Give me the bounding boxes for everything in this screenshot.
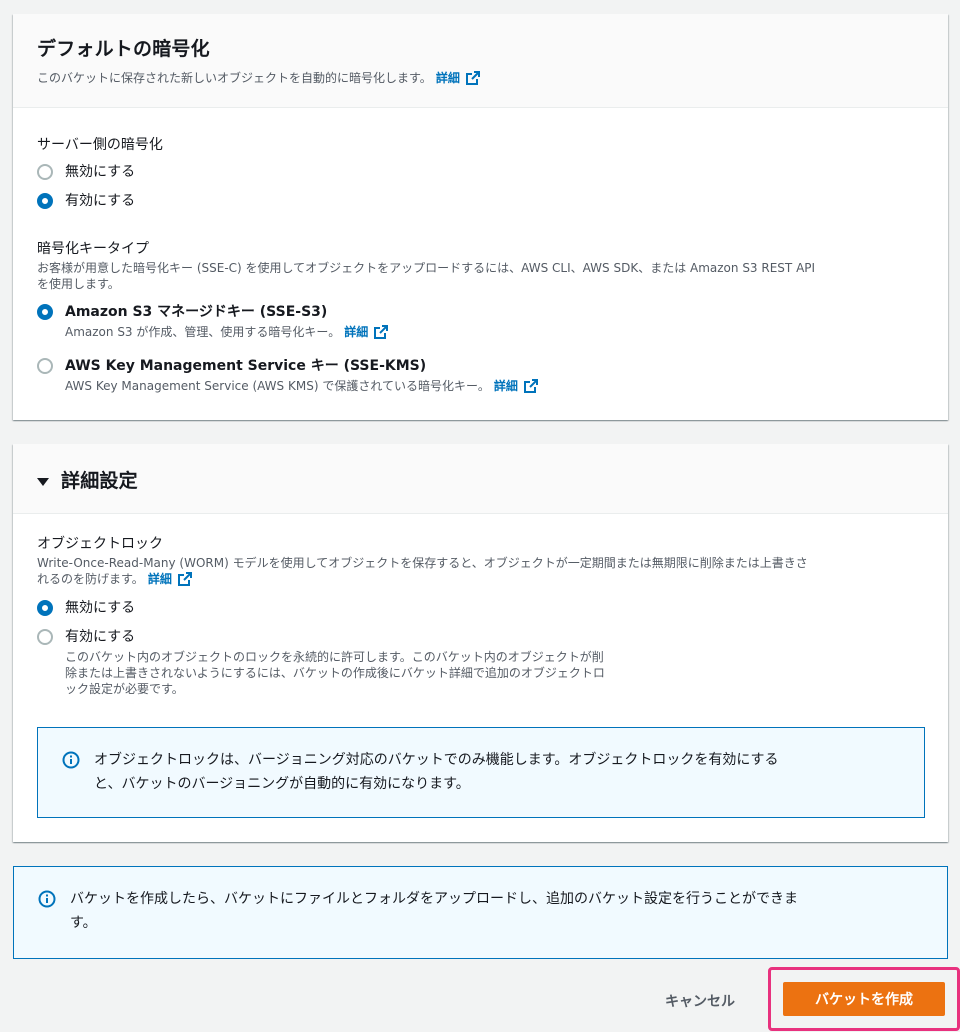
server-side-encryption-label: サーバー側の暗号化 [37, 134, 163, 154]
object-lock-disable-option[interactable]: 無効にする [37, 598, 135, 618]
object-lock-details-link[interactable]: 詳細 [148, 571, 193, 587]
caret-down-icon [37, 477, 49, 486]
object-lock-enable-desc-line1: このバケット内のオブジェクトのロックを永続的に許可します。このバケット内のオブジ… [65, 650, 604, 664]
object-lock-desc-line1: Write-Once-Read-Many (WORM) モデルを使用してオブジェ… [37, 556, 808, 570]
object-lock-enable-desc-line3: ック設定が必要です。 [65, 682, 184, 696]
object-lock-enable-desc-line2: 除または上書きされないようにするには、バケットの作成後にバケット詳細で追加のオブ… [65, 666, 605, 680]
object-lock-info-box: オブジェクトロックは、バージョニング対応のバケットでのみ機能します。オブジェクト… [37, 727, 925, 818]
external-link-icon [523, 379, 538, 393]
external-link-icon [465, 70, 480, 85]
key-option-sse-kms[interactable]: AWS Key Management Service キー (SSE-KMS) … [37, 356, 539, 394]
advanced-settings-title-text: 詳細設定 [61, 470, 138, 492]
sse-kms-details-link-label: 詳細 [493, 379, 518, 393]
sse-enable-radio[interactable] [37, 193, 53, 209]
sse-disable-label: 無効にする [65, 164, 136, 180]
server-side-encryption-label-text: サーバー側の暗号化 [37, 137, 163, 153]
default-encryption-panel: デフォルトの暗号化 このバケットに保存された新しいオブジェクトを自動的に暗号化し… [13, 14, 948, 420]
default-encryption-header: デフォルトの暗号化 このバケットに保存された新しいオブジェクトを自動的に暗号化し… [13, 14, 948, 108]
external-link-icon [374, 325, 389, 339]
external-link-icon [177, 572, 192, 586]
default-encryption-description-text: このバケットに保存された新しいオブジェクトを自動的に暗号化します。 [37, 71, 432, 85]
key-type-desc-line2: を使用します。 [37, 277, 120, 291]
object-lock-label: オブジェクトロック [37, 536, 163, 552]
object-lock-enable-label: 有効にする [65, 629, 136, 645]
default-encryption-details-link[interactable]: 詳細 [436, 69, 481, 86]
object-lock-disable-label: 無効にする [65, 600, 136, 616]
advanced-settings-panel: 詳細設定 オブジェクトロック Write-Once-Read-Many (WOR… [13, 444, 948, 842]
object-lock-details-link-label: 詳細 [147, 572, 172, 586]
sse-enable-label: 有効にする [65, 193, 136, 209]
key-option-sse-s3[interactable]: Amazon S3 マネージドキー (SSE-S3) Amazon S3 が作成… [37, 302, 389, 340]
advanced-settings-header[interactable]: 詳細設定 [13, 444, 948, 514]
create-bucket-highlight: バケットを作成 [768, 967, 960, 1031]
create-bucket-button[interactable]: バケットを作成 [783, 982, 945, 1016]
object-lock-info-line2: と、バケットのバージョニングが自動的に有効になります。 [94, 776, 470, 792]
sse-kms-label: AWS Key Management Service キー (SSE-KMS) [65, 358, 427, 374]
sse-kms-description: AWS Key Management Service (AWS KMS) で保護… [65, 378, 539, 394]
sse-s3-radio[interactable] [37, 304, 53, 320]
details-link-label: 詳細 [435, 71, 460, 85]
sse-s3-details-link[interactable]: 詳細 [344, 324, 389, 340]
object-lock-disable-radio[interactable] [37, 600, 53, 616]
key-type-desc-line1: お客様が用意した暗号化キー (SSE-C) を使用してオブジェクトをアップロード… [37, 261, 816, 275]
advanced-settings-title[interactable]: 詳細設定 [37, 466, 924, 493]
sse-kms-details-link[interactable]: 詳細 [494, 378, 539, 394]
sse-disable-option[interactable]: 無効にする [37, 162, 135, 182]
default-encryption-title: デフォルトの暗号化 [37, 38, 210, 60]
sse-enable-option[interactable]: 有効にする [37, 191, 135, 211]
sse-s3-label: Amazon S3 マネージドキー (SSE-S3) [65, 304, 328, 320]
sse-s3-desc-text: Amazon S3 が作成、管理、使用する暗号化キー。 [65, 325, 341, 339]
sse-kms-desc-text: AWS Key Management Service (AWS KMS) で保護… [65, 379, 490, 393]
object-lock-desc-line2-text: れるのを防げます。 [37, 572, 144, 586]
sse-disable-radio[interactable] [37, 164, 53, 180]
info-icon [38, 890, 56, 908]
bucket-create-info-line1: バケットを作成したら、バケットにファイルとフォルダをアップロードし、追加のバケッ… [70, 891, 798, 907]
key-type-section: 暗号化キータイプ お客様が用意した暗号化キー (SSE-C) を使用してオブジェ… [37, 238, 815, 292]
key-type-label: 暗号化キータイプ [37, 241, 149, 257]
default-encryption-description: このバケットに保存された新しいオブジェクトを自動的に暗号化します。 詳細 [37, 69, 924, 86]
object-lock-info-line1: オブジェクトロックは、バージョニング対応のバケットでのみ機能します。オブジェクト… [94, 752, 779, 768]
bucket-create-info-line2: す。 [70, 915, 97, 931]
bucket-create-info-box: バケットを作成したら、バケットにファイルとフォルダをアップロードし、追加のバケッ… [13, 866, 948, 959]
object-lock-section: オブジェクトロック Write-Once-Read-Many (WORM) モデ… [37, 533, 808, 587]
sse-kms-radio[interactable] [37, 358, 53, 374]
object-lock-enable-option[interactable]: 有効にする このバケット内のオブジェクトのロックを永続的に許可します。このバケッ… [37, 627, 605, 697]
sse-s3-description: Amazon S3 が作成、管理、使用する暗号化キー。 詳細 [65, 324, 389, 340]
cancel-button[interactable]: キャンセル [665, 991, 735, 1011]
sse-s3-details-link-label: 詳細 [344, 325, 369, 339]
object-lock-desc-line2: れるのを防げます。 詳細 [37, 571, 808, 587]
object-lock-enable-radio[interactable] [37, 629, 53, 645]
info-icon [62, 751, 80, 769]
